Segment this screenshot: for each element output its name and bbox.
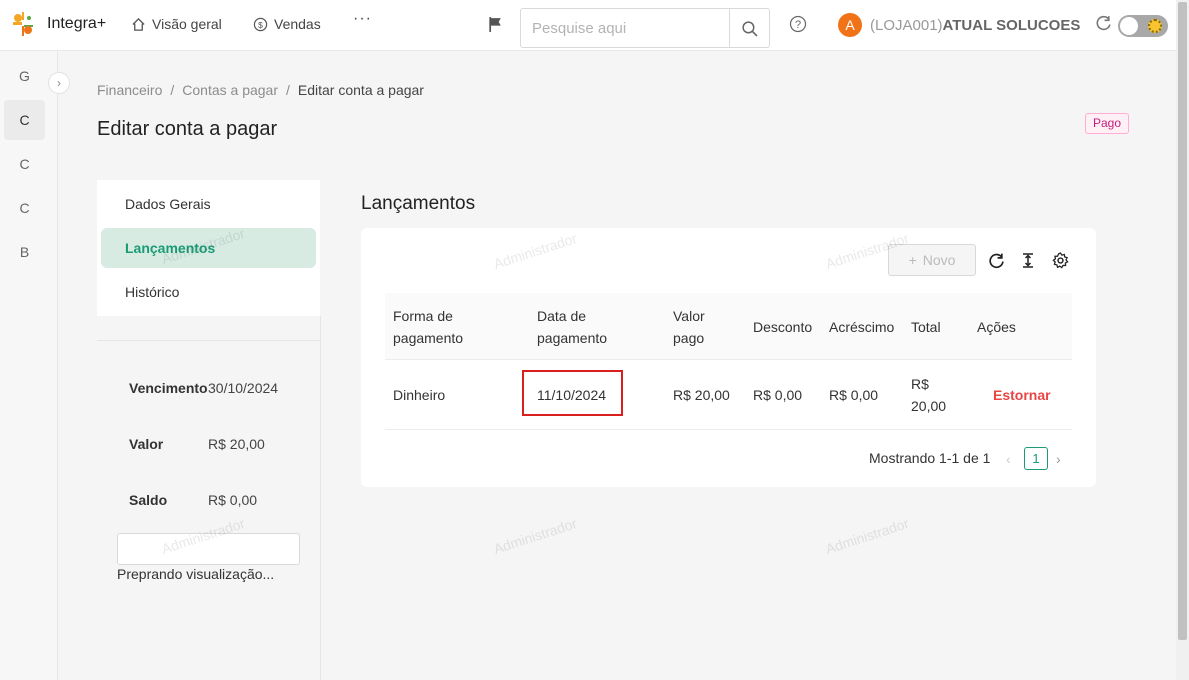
plus-icon: + <box>908 252 917 268</box>
breadcrumb-separator: / <box>170 82 175 98</box>
reverse-button[interactable]: Estornar <box>993 360 1051 430</box>
column-height-icon <box>1023 252 1033 268</box>
breadcrumb-separator: / <box>286 82 290 98</box>
cell-paid-amount: R$ 20,00 <box>673 387 730 403</box>
avatar[interactable]: A <box>838 13 862 37</box>
reload-button[interactable] <box>987 251 1005 269</box>
more-menu-button[interactable]: ··· <box>353 10 372 28</box>
search-box <box>520 8 770 48</box>
column-header[interactable]: Desconto <box>753 293 823 360</box>
side-menu-item-dados-gerais[interactable]: Dados Gerais <box>101 184 316 224</box>
user-store: (LOJA001) <box>870 17 943 34</box>
mini-sidebar-item[interactable]: B <box>4 232 45 272</box>
new-entry-button[interactable]: + Novo <box>888 244 976 276</box>
divider <box>97 340 320 341</box>
flag-icon[interactable] <box>487 16 504 33</box>
page-title: Editar conta a pagar <box>97 118 278 140</box>
preview-loading-text: Preprando visualização... <box>117 566 275 582</box>
scrollbar-thumb[interactable] <box>1178 2 1187 640</box>
due-date-value: 30/10/2024 <box>208 380 279 396</box>
cell-surcharge: R$ 0,00 <box>829 387 879 403</box>
page-scrollbar[interactable] <box>1176 0 1189 680</box>
column-height-button[interactable] <box>1019 251 1037 269</box>
chevron-right-icon: › <box>57 76 61 90</box>
watermark: Administrador <box>491 515 579 557</box>
side-menu-item-lancamentos[interactable]: Lançamentos <box>101 228 316 268</box>
toggle-knob <box>1120 17 1138 35</box>
top-bar: Integra+ Visão geral $ Vendas ··· ? A (L… <box>0 0 1176 51</box>
chevron-right-icon[interactable]: › <box>1056 451 1061 467</box>
search-input[interactable] <box>521 9 730 47</box>
mini-sidebar-item[interactable]: C <box>4 144 45 184</box>
due-date-label: Vencimento <box>129 380 208 396</box>
column-header[interactable]: Data de pagamento <box>537 293 647 360</box>
column-header[interactable]: Total <box>911 293 961 360</box>
settings-button[interactable] <box>1051 251 1069 269</box>
breadcrumb-link[interactable]: Financeiro <box>97 82 162 98</box>
side-menu-item-historico[interactable]: Histórico <box>101 272 316 312</box>
column-header[interactable]: Acréscimo <box>829 293 904 360</box>
table-row: Dinheiro 11/10/2024 R$ 20,00 R$ 0,00 R$ … <box>385 360 1072 430</box>
user-label[interactable]: (LOJA001)ATUAL SOLUCOES <box>870 17 1080 34</box>
refresh-icon[interactable] <box>1095 15 1112 32</box>
dollar-circle-icon: $ <box>253 17 268 31</box>
mini-sidebar: G C C C B <box>0 52 58 680</box>
mini-sidebar-item[interactable]: G <box>4 56 45 96</box>
pagination-page-current[interactable]: 1 <box>1024 447 1048 470</box>
expand-sidebar-button[interactable]: › <box>48 72 70 94</box>
status-badge: Pago <box>1085 113 1130 134</box>
gear-icon <box>1051 251 1069 269</box>
table-header: Forma de pagamento Data de pagamento Val… <box>385 293 1072 360</box>
side-menu: Dados Gerais Lançamentos Histórico <box>97 180 320 316</box>
sun-icon <box>1148 19 1162 33</box>
balance-value: R$ 0,00 <box>208 492 258 508</box>
section-title: Lançamentos <box>361 193 476 214</box>
help-icon[interactable]: ? <box>789 15 807 33</box>
user-name: ATUAL SOLUCOES <box>942 17 1081 34</box>
nav-sales-label: Vendas <box>274 16 321 32</box>
breadcrumb-current: Editar conta a pagar <box>297 82 424 98</box>
balance-label: Saldo <box>129 492 168 508</box>
nav-sales[interactable]: $ Vendas <box>253 16 321 32</box>
home-icon <box>132 17 145 31</box>
column-header: Ações <box>977 318 1016 335</box>
watermark: Administrador <box>823 515 911 557</box>
search-button[interactable] <box>729 9 769 47</box>
svg-text:?: ? <box>795 19 801 31</box>
column-header[interactable]: Forma de pagamento <box>393 293 523 360</box>
column-header[interactable]: Valor pago <box>673 293 733 360</box>
app-name[interactable]: Integra+ <box>47 15 106 33</box>
new-entry-label: Novo <box>922 252 956 268</box>
preview-box <box>117 533 300 565</box>
cell-discount: R$ 0,00 <box>753 387 803 403</box>
highlight-box <box>522 370 623 416</box>
mini-sidebar-item[interactable]: C <box>4 188 45 228</box>
app-logo-icon[interactable] <box>9 10 37 38</box>
nav-overview-label: Visão geral <box>152 16 222 32</box>
nav-overview[interactable]: Visão geral <box>131 16 222 32</box>
cell-payment-method: Dinheiro <box>393 387 446 403</box>
breadcrumb-link[interactable]: Contas a pagar <box>182 82 278 98</box>
reload-icon <box>988 253 1004 268</box>
chevron-left-icon[interactable]: ‹ <box>1006 451 1011 467</box>
divider <box>320 316 321 680</box>
breadcrumb: Financeiro / Contas a pagar / Editar conta a… <box>97 82 424 98</box>
theme-toggle[interactable] <box>1118 15 1168 37</box>
amount-label: Valor <box>129 436 164 452</box>
svg-text:$: $ <box>258 19 263 29</box>
search-icon <box>742 20 758 37</box>
pagination-summary: Mostrando 1-1 de 1 <box>869 450 991 466</box>
cell-total: R$ 20,00 <box>911 376 947 414</box>
amount-value: R$ 20,00 <box>208 436 265 452</box>
mini-sidebar-item-active[interactable]: C <box>4 100 45 140</box>
